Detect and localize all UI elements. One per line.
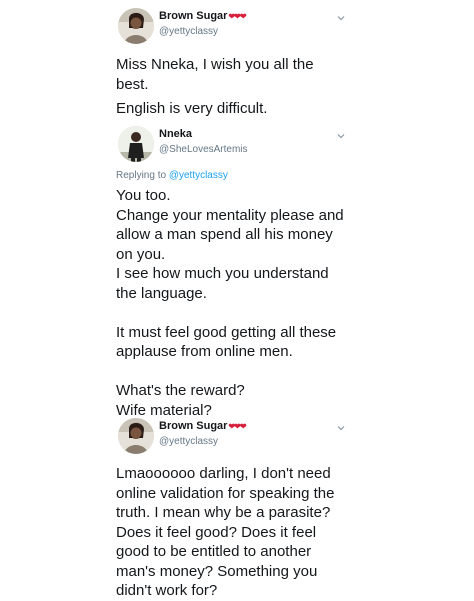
tweet-line: applause from online men. (116, 343, 293, 360)
tweet-line: You too. (116, 187, 171, 204)
tweet-line: What's the reward? (116, 382, 245, 399)
tweet-text: Lmaoooooo darling, I don't need online v… (116, 464, 334, 601)
tweet-line: allow a man spend all his money (116, 226, 333, 243)
replying-to: Replying to @yettyclassy (116, 170, 228, 181)
tweet-1[interactable]: Brown Sugar❤❤❤ @yettyclassy Miss Nneka, … (0, 0, 474, 122)
chevron-down-icon[interactable] (336, 423, 346, 433)
display-name[interactable]: Brown Sugar❤❤❤ (159, 420, 247, 432)
display-name[interactable]: Brown Sugar❤❤❤ (159, 10, 247, 22)
tweet-line: English is very difficult. (116, 100, 268, 117)
tweet-line: good to be entitled to another (116, 543, 312, 560)
tweet-3[interactable]: Brown Sugar❤❤❤ @yettyclassy Lmaoooooo da… (0, 414, 474, 601)
tweet-line: I see how much you understand (116, 265, 329, 282)
tweet-line: truth. I mean why be a parasite? (116, 504, 331, 521)
avatar[interactable] (118, 8, 154, 44)
display-name[interactable]: Nneka (159, 128, 192, 140)
tweet-line: didn't work for? (116, 582, 218, 599)
tweet-line: the language. (116, 284, 207, 302)
tweet-line: on you. (116, 245, 166, 263)
tweet-line: online validation for speaking the (116, 484, 335, 502)
heart-icon: ❤❤❤ (228, 12, 246, 21)
tweet-line (116, 362, 344, 382)
handle[interactable]: @yettyclassy (159, 26, 218, 37)
tweet-2[interactable]: Nneka @SheLovesArtemis Replying to @yett… (0, 122, 474, 419)
chevron-down-icon[interactable] (336, 13, 346, 23)
handle[interactable]: @SheLovesArtemis (159, 144, 248, 155)
mention-link[interactable]: @yettyclassy (169, 170, 228, 181)
tweet-line: Does it feel good? Does it feel (116, 523, 317, 541)
handle[interactable]: @yettyclassy (159, 436, 218, 447)
tweet-line: Miss Nneka, I wish you all the (116, 56, 314, 73)
tweet-line: Lmaoooooo darling, I don't need (116, 465, 331, 482)
tweet-line: best. (116, 76, 149, 93)
tweet-line: Change your mentality please and (116, 206, 344, 224)
tweet-text: You too. Change your mentality please an… (116, 186, 344, 420)
avatar[interactable] (118, 126, 154, 162)
tweet-text: Miss Nneka, I wish you all the best. Eng… (116, 55, 314, 119)
tweet-line (116, 303, 344, 323)
avatar[interactable] (118, 418, 154, 454)
heart-icon: ❤❤❤ (228, 422, 246, 431)
tweet-line: man's money? Something you (116, 562, 318, 580)
tweet-line: It must feel good getting all these (116, 323, 337, 341)
chevron-down-icon[interactable] (336, 131, 346, 141)
